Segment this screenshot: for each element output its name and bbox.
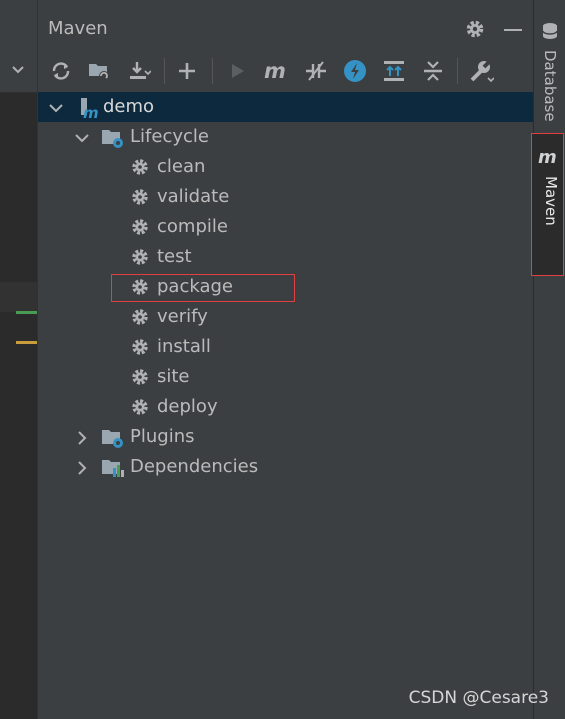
tree-item-label: Plugins [130, 426, 195, 447]
goal-install[interactable]: install [38, 332, 533, 362]
goal-site[interactable]: site [38, 362, 533, 392]
database-icon [542, 22, 558, 44]
maven-icon: m [538, 147, 560, 170]
toggle-offline-icon[interactable] [303, 58, 329, 84]
add-icon[interactable] [174, 58, 200, 84]
change-marker [16, 311, 37, 314]
goal-label: validate [157, 186, 230, 207]
change-marker [16, 341, 37, 344]
download-icon[interactable] [126, 58, 152, 84]
tree-item-plugins[interactable]: Plugins [38, 422, 533, 452]
chevron-down-icon[interactable] [74, 130, 90, 151]
gear-icon [130, 367, 150, 392]
right-tool-bar: Database m Maven [531, 0, 565, 719]
maven-goal-icon[interactable]: m [263, 58, 289, 84]
database-tool-tab[interactable]: Database [534, 22, 565, 126]
goal-label: clean [157, 156, 206, 177]
svg-text:m: m [538, 148, 557, 166]
goal-validate[interactable]: validate [38, 182, 533, 212]
chevron-down-icon[interactable] [10, 62, 26, 82]
editor-strip [0, 0, 38, 719]
gear-icon [130, 397, 150, 422]
goal-label: install [157, 336, 211, 357]
tree-item-dependencies[interactable]: Dependencies [38, 452, 533, 482]
goal-clean[interactable]: clean [38, 152, 533, 182]
gear-icon [130, 157, 150, 182]
goal-label: site [157, 366, 190, 387]
goal-test[interactable]: test [38, 242, 533, 272]
gear-icon [130, 247, 150, 272]
skip-tests-icon[interactable] [342, 58, 368, 84]
maven-project-icon: m [78, 97, 100, 124]
goal-deploy[interactable]: deploy [38, 392, 533, 422]
gear-icon [130, 307, 150, 332]
tree-item-label: demo [103, 96, 155, 117]
goal-verify[interactable]: verify [38, 302, 533, 332]
lifecycle-folder-icon [101, 127, 125, 154]
collapse-all-icon[interactable] [420, 58, 446, 84]
plugins-folder-icon [101, 427, 125, 454]
goal-label: test [157, 246, 192, 267]
run-icon[interactable] [224, 58, 250, 84]
goal-label: compile [157, 216, 228, 237]
goal-label: verify [157, 306, 208, 327]
maven-panel: Maven m m demo Lifecycle clean validate … [38, 0, 533, 719]
minimize-button[interactable] [504, 29, 522, 31]
dependencies-folder-icon [101, 457, 125, 484]
tree-item-lifecycle[interactable]: Lifecycle [38, 122, 533, 152]
gear-icon [130, 217, 150, 242]
tree-item-demo[interactable]: m demo [38, 92, 533, 122]
watermark: CSDN @Cesare3 [408, 688, 549, 708]
chevron-right-icon[interactable] [76, 430, 90, 451]
add-project-icon[interactable] [86, 58, 112, 84]
svg-text:m: m [264, 60, 286, 82]
gear-icon [130, 187, 150, 212]
show-dependencies-icon[interactable] [381, 58, 407, 84]
chevron-right-icon[interactable] [76, 460, 90, 481]
panel-title: Maven [48, 18, 108, 39]
reload-icon[interactable] [48, 58, 74, 84]
tree-item-label: Lifecycle [130, 126, 209, 147]
toolbar: m [38, 52, 533, 90]
goal-compile[interactable]: compile [38, 212, 533, 242]
chevron-down-icon[interactable] [48, 100, 64, 121]
settings-wrench-icon[interactable] [468, 58, 494, 84]
database-tab-label: Database [541, 50, 559, 122]
tree-item-label: Dependencies [130, 456, 259, 477]
maven-tool-tab[interactable]: m Maven [531, 133, 564, 276]
goal-label: deploy [157, 396, 218, 417]
gear-icon[interactable] [464, 18, 486, 44]
svg-text:m: m [83, 104, 99, 119]
maven-tab-label: Maven [542, 176, 560, 226]
gear-icon [130, 337, 150, 362]
highlight-annotation [111, 274, 295, 302]
